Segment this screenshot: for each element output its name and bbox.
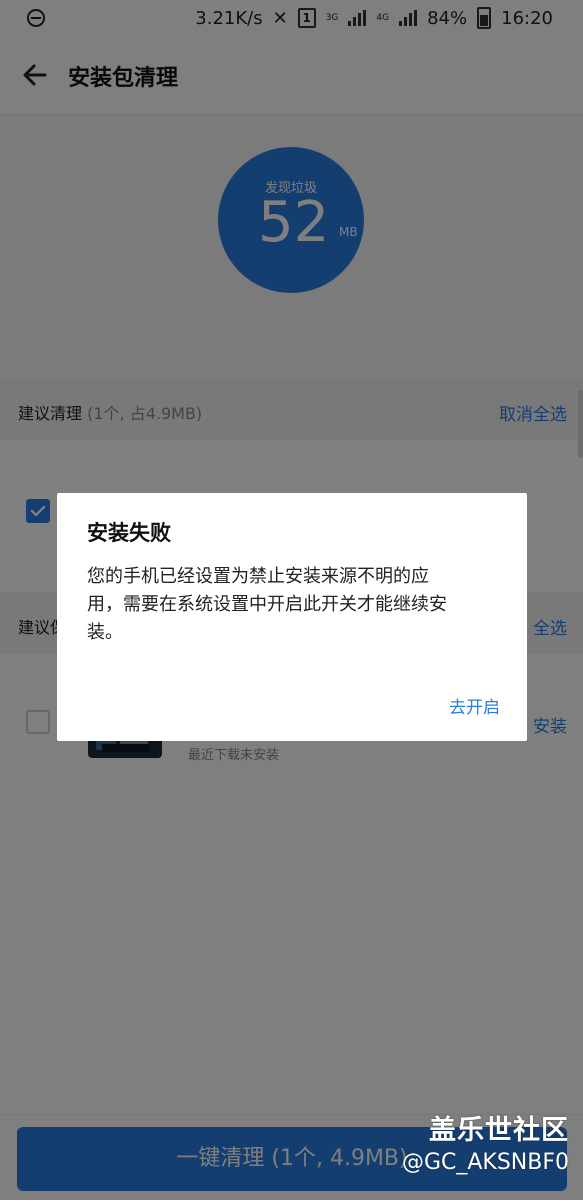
dialog-title: 安装失败 <box>87 521 171 545</box>
watermark-title: 盖乐世社区 <box>429 1115 569 1146</box>
dialog-message: 您的手机已经设置为禁止安装来源不明的应用，需要在系统设置中开启此开关才能继续安装… <box>87 566 447 643</box>
watermark-handle: @GC_AKSNBF0 <box>401 1150 569 1175</box>
install-failed-dialog: 安装失败 您的手机已经设置为禁止安装来源不明的应用，需要在系统设置中开启此开关才… <box>57 493 527 741</box>
go-enable-button[interactable]: 去开启 <box>449 693 500 718</box>
